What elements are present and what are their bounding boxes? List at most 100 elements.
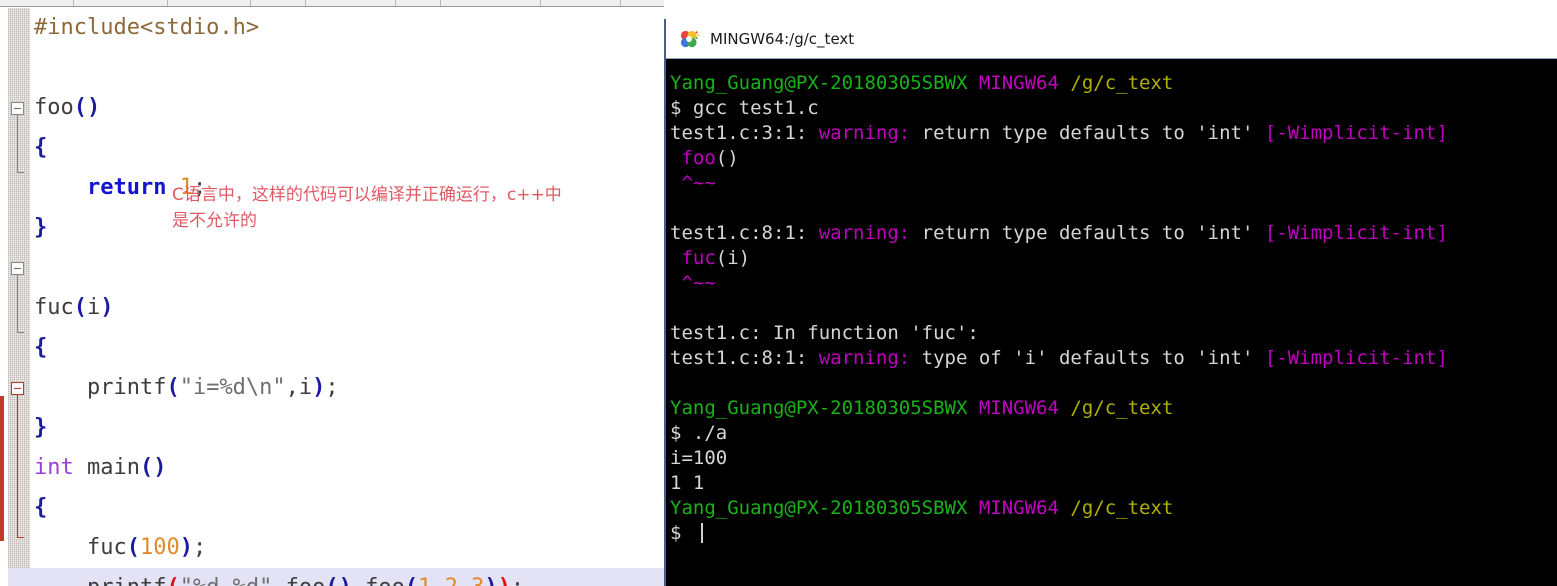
code-line[interactable]: #include<stdio.h> — [0, 8, 664, 48]
code-token: i — [298, 375, 313, 400]
terminal-prompt-line: Yang_Guang@PX-20180305SBWX MINGW64 /g/c_… — [670, 496, 1557, 521]
toolbar-separator — [395, 0, 396, 6]
terminal-prompt-shell: MINGW64 — [978, 72, 1071, 94]
toolbar-separator — [440, 0, 441, 6]
mingw-flower-icon — [678, 28, 700, 50]
terminal-prompt-user: Yang_Guang@PX-20180305SBWX — [670, 497, 979, 519]
editor-toolbar-strip — [0, 0, 664, 7]
terminal-output-line: test1.c: In function 'fuc': — [670, 321, 1557, 346]
code-token: { — [34, 335, 48, 360]
code-token: 2 — [445, 575, 458, 586]
terminal-text: (i) — [715, 247, 751, 269]
code-line[interactable]: { — [0, 488, 664, 528]
terminal-output-line: ^~~ — [670, 171, 1557, 196]
toolbar-separator — [73, 0, 74, 6]
source-code-editor[interactable]: #include<stdio.h> foo(){ return 1;} fuc(… — [0, 0, 664, 586]
terminal-text: return type defaults to 'int' — [910, 222, 1265, 244]
code-token: 3 — [471, 575, 484, 586]
terminal-prompt-line: Yang_Guang@PX-20180305SBWX MINGW64 /g/c_… — [670, 71, 1557, 96]
code-token: ; — [511, 575, 524, 586]
fold-rail-foot-main — [17, 537, 24, 538]
code-line[interactable]: int main() — [0, 448, 664, 488]
terminal-prompt-line: Yang_Guang@PX-20180305SBWX MINGW64 /g/c_… — [670, 396, 1557, 421]
code-token: , — [285, 375, 299, 400]
code-token: , — [352, 575, 365, 586]
code-line[interactable] — [0, 248, 664, 288]
terminal-output-area[interactable]: Yang_Guang@PX-20180305SBWX MINGW64 /g/c_… — [666, 59, 1557, 586]
terminal-prompt-user: Yang_Guang@PX-20180305SBWX — [670, 72, 979, 94]
modified-lines-bar — [0, 396, 4, 541]
terminal-prompt-user: Yang_Guang@PX-20180305SBWX — [670, 397, 979, 419]
terminal-text: warning: — [818, 347, 911, 369]
terminal-prompt-shell: MINGW64 — [978, 497, 1071, 519]
code-line[interactable]: printf("i=%d\n",i); — [0, 368, 664, 408]
terminal-prompt-path: /g/c_text — [1070, 72, 1174, 94]
code-token: ( — [166, 575, 179, 586]
code-token: i — [87, 295, 101, 320]
terminal-input-line[interactable]: $ — [670, 521, 1557, 546]
terminal-text: test1.c: In function 'fuc': — [670, 322, 979, 344]
code-token: { — [34, 135, 48, 160]
code-token: printf — [34, 575, 166, 586]
code-line[interactable]: } — [0, 408, 664, 448]
code-token: ( — [405, 575, 418, 586]
terminal-cursor — [700, 523, 703, 543]
code-token: () — [325, 575, 352, 586]
fold-rail-main — [17, 395, 18, 537]
code-line[interactable]: fuc(100); — [0, 528, 664, 568]
terminal-text: ^~~ — [681, 172, 716, 194]
terminal-prompt-path: /g/c_text — [1070, 397, 1174, 419]
code-token: return — [86, 175, 167, 200]
terminal-text: [-Wimplicit-int] — [1264, 222, 1448, 244]
terminal-text: test1.c:8:1: — [670, 347, 819, 369]
terminal-output-line: fuc(i) — [670, 246, 1557, 271]
code-token: 1 — [418, 575, 431, 586]
mingw64-terminal-window[interactable]: MINGW64:/g/c_text Yang_Guang@PX-20180305… — [664, 19, 1557, 586]
code-token: int — [34, 455, 74, 480]
terminal-prompt-path: /g/c_text — [1070, 497, 1174, 519]
terminal-text: return type defaults to 'int' — [910, 122, 1265, 144]
code-line-highlighted[interactable]: printf("%d %d",foo(),foo(1,2,3)); — [0, 568, 664, 586]
code-token: ( — [126, 535, 140, 560]
code-token: 100 — [139, 535, 180, 560]
terminal-title-bar[interactable]: MINGW64:/g/c_text — [666, 19, 1557, 59]
terminal-prompt-shell: MINGW64 — [978, 397, 1071, 419]
terminal-text: $ ./a — [670, 422, 728, 444]
fold-rail-foot-fuc — [17, 332, 24, 333]
terminal-output-line: $ gcc test1.c — [670, 96, 1557, 121]
code-area[interactable]: #include<stdio.h> foo(){ return 1;} fuc(… — [0, 8, 664, 586]
terminal-output-line: test1.c:8:1: warning: type of 'i' defaul… — [670, 346, 1557, 371]
terminal-output-line: test1.c:8:1: warning: return type defaul… — [670, 221, 1557, 246]
fold-rail-foo — [17, 115, 18, 172]
code-token: "%d %d" — [180, 575, 273, 586]
code-token: fuc — [34, 295, 74, 320]
fold-marker-fuc[interactable] — [11, 262, 24, 275]
code-line[interactable]: fuc(i) — [0, 288, 664, 328]
toolbar-separator — [540, 0, 541, 6]
code-token: ) — [179, 535, 193, 560]
code-token: main — [73, 455, 140, 480]
terminal-text: $ — [670, 522, 693, 544]
code-line[interactable]: { — [0, 128, 664, 168]
terminal-text: foo — [681, 147, 716, 169]
annotation-note: C语言中，这样的代码可以编译并正确运行，c++中 是不允许的 — [172, 185, 562, 231]
code-line[interactable]: foo() — [0, 88, 664, 128]
terminal-title-text: MINGW64:/g/c_text — [710, 29, 855, 48]
terminal-output-line: $ ./a — [670, 421, 1557, 446]
fold-marker-main[interactable] — [11, 382, 24, 395]
code-token: ; — [192, 535, 207, 560]
terminal-text: [-Wimplicit-int] — [1264, 347, 1448, 369]
code-line[interactable]: { — [0, 328, 664, 368]
code-token: ( — [73, 295, 87, 320]
code-token: ) — [498, 575, 511, 586]
fold-marker-foo[interactable] — [11, 102, 24, 115]
code-token: foo — [286, 575, 326, 586]
terminal-text: i=100 — [670, 447, 728, 469]
terminal-text: [-Wimplicit-int] — [1264, 122, 1448, 144]
code-line[interactable] — [0, 48, 664, 88]
